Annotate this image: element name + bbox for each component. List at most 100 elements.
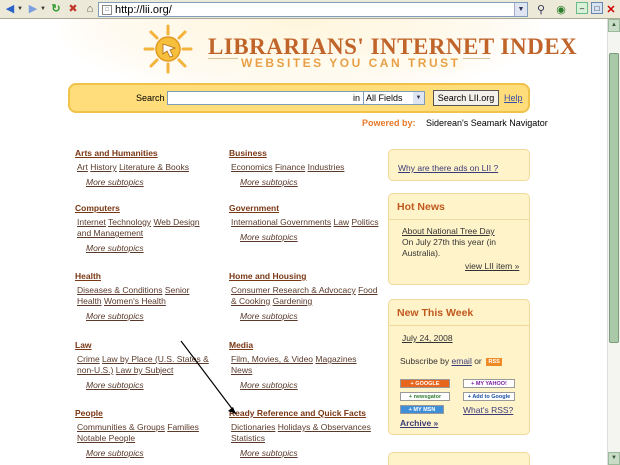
add-google-badge[interactable]: + GOOGLE <box>400 379 450 388</box>
subtopic-link[interactable]: Politics <box>352 217 379 227</box>
more-subtopics-link[interactable]: More subtopics <box>75 177 225 187</box>
category-title[interactable]: Home and Housing <box>229 271 379 281</box>
more-subtopics-link[interactable]: More subtopics <box>229 232 379 242</box>
close-icon[interactable]: ✕ <box>605 2 617 16</box>
subtopic-link[interactable]: Crime <box>77 354 100 364</box>
more-subtopics-link[interactable]: More subtopics <box>229 311 379 321</box>
category-title[interactable]: People <box>75 408 225 418</box>
category-title[interactable]: Media <box>229 340 379 350</box>
subtopic-link[interactable]: Economics <box>231 162 273 172</box>
address-bar[interactable]: □ http://lii.org/ ▼ <box>98 2 528 17</box>
search-button[interactable]: Search LII.org <box>433 90 499 106</box>
globe-icon[interactable]: ◉ <box>554 2 568 16</box>
stop-icon[interactable]: ✖ <box>66 2 80 16</box>
search-label: Search <box>136 93 165 103</box>
archive-link[interactable]: Archive » <box>400 418 438 428</box>
category-title[interactable]: Ready Reference and Quick Facts <box>229 408 379 418</box>
minimize-icon[interactable]: – <box>576 2 588 14</box>
subtopic-link[interactable]: Finance <box>275 162 305 172</box>
vertical-scrollbar[interactable]: ▲ ▼ <box>607 19 620 465</box>
browser-window: ◀ ▼ ▶ ▼ ↻ ✖ ⌂ □ http://lii.org/ ▼ ⚲ ◉ – … <box>0 0 620 465</box>
new-this-week-box: New This Week July 24, 2008 Subscribe by… <box>388 299 530 435</box>
subtopic-link[interactable]: Law <box>334 217 350 227</box>
browser-toolbar: ◀ ▼ ▶ ▼ ↻ ✖ ⌂ □ http://lii.org/ ▼ ⚲ ◉ – … <box>0 0 620 19</box>
scroll-thumb[interactable] <box>609 53 619 343</box>
more-subtopics-link[interactable]: More subtopics <box>229 448 379 458</box>
subtopic-link[interactable]: Gardening <box>273 296 313 306</box>
subtopic-link[interactable]: Law by Subject <box>116 365 174 375</box>
subtopic-link[interactable]: Communities & Groups <box>77 422 165 432</box>
more-subtopics-link[interactable]: More subtopics <box>75 380 225 390</box>
add-my-msn-badge[interactable]: + MY MSN <box>400 405 444 414</box>
powered-by-text[interactable]: Siderean's Seamark Navigator <box>426 118 548 128</box>
category-title[interactable]: Health <box>75 271 225 281</box>
subtopic-link[interactable]: Notable People <box>77 433 135 443</box>
view-item-link[interactable]: view LII item » <box>465 261 519 271</box>
subtopic-link[interactable]: Women's Health <box>104 296 166 306</box>
subtopic-link[interactable]: History <box>90 162 116 172</box>
back-dropdown-icon[interactable]: ▼ <box>17 2 23 16</box>
more-subtopics-link[interactable]: More subtopics <box>229 177 379 187</box>
subtopic-link[interactable]: Literature & Books <box>119 162 189 172</box>
address-url[interactable]: http://lii.org/ <box>115 4 172 16</box>
site-tagline: WEBSITES YOU CAN TRUST <box>238 56 464 70</box>
category-arts-and-humanities: Arts and Humanities Art History Literatu… <box>75 148 225 187</box>
subtopic-link[interactable]: Technology <box>108 217 151 227</box>
add-to-google-badge[interactable]: + Add to Google <box>463 392 515 401</box>
go-icon[interactable]: ▼ <box>514 3 527 16</box>
search-icon[interactable]: ⚲ <box>534 2 548 16</box>
subtopic-link[interactable]: Diseases & Conditions <box>77 285 163 295</box>
subtopic-link[interactable]: Dictionaries <box>231 422 275 432</box>
subtopic-link[interactable]: Industries <box>308 162 345 172</box>
subtopic-link[interactable]: Statistics <box>231 433 265 443</box>
ads-info-link[interactable]: Why are there ads on LII ? <box>398 163 498 173</box>
category-title[interactable]: Law <box>75 340 225 350</box>
search-scope-select[interactable]: All Fields ▼ <box>363 91 425 105</box>
more-subtopics-link[interactable]: More subtopics <box>75 448 225 458</box>
add-my-yahoo-badge[interactable]: + MY YAHOO! <box>463 379 515 388</box>
subtopic-link[interactable]: Holidays & Observances <box>278 422 371 432</box>
hot-news-box: Hot News About National Tree Day On July… <box>388 193 530 285</box>
scope-label: in <box>353 93 361 103</box>
more-subtopics-link[interactable]: More subtopics <box>75 311 225 321</box>
bottom-box <box>388 452 530 465</box>
search-bar: Search in All Fields ▼ Search LII.org He… <box>68 83 530 113</box>
more-subtopics-link[interactable]: More subtopics <box>75 243 225 253</box>
subtopic-link[interactable]: News <box>231 365 252 375</box>
rss-icon[interactable]: RSS <box>486 357 503 366</box>
subtopic-link[interactable]: Internet <box>77 217 106 227</box>
forward-dropdown-icon[interactable]: ▼ <box>40 2 46 16</box>
subtopic-link[interactable]: International Governments <box>231 217 331 227</box>
scroll-down-icon[interactable]: ▼ <box>608 452 620 465</box>
category-title[interactable]: Government <box>229 203 379 213</box>
help-link[interactable]: Help <box>504 93 523 103</box>
whats-rss-link[interactable]: What's RSS? <box>463 405 513 415</box>
category-business: Business Economics Finance Industries Mo… <box>229 148 379 187</box>
scroll-up-icon[interactable]: ▲ <box>608 19 620 32</box>
subtopic-link[interactable]: Families <box>167 422 199 432</box>
category-title[interactable]: Computers <box>75 203 225 213</box>
ads-info-box: Why are there ads on LII ? <box>388 149 530 181</box>
maximize-icon[interactable]: □ <box>591 2 603 14</box>
subtopic-link[interactable]: Magazines <box>315 354 356 364</box>
refresh-icon[interactable]: ↻ <box>49 2 63 16</box>
sun-logo-icon <box>143 24 193 74</box>
category-title[interactable]: Business <box>229 148 379 158</box>
subtopic-link[interactable]: Art <box>77 162 88 172</box>
search-scope-value: All Fields <box>366 93 403 103</box>
more-subtopics-link[interactable]: More subtopics <box>229 380 379 390</box>
week-date-link[interactable]: July 24, 2008 <box>402 333 453 343</box>
category-title[interactable]: Arts and Humanities <box>75 148 225 158</box>
email-link[interactable]: email <box>452 356 472 366</box>
favicon-icon: □ <box>102 4 112 15</box>
home-icon[interactable]: ⌂ <box>83 2 97 16</box>
forward-arrow-icon[interactable]: ▶ <box>26 2 40 16</box>
subtopic-link[interactable]: Film, Movies, & Video <box>231 354 313 364</box>
hot-news-link[interactable]: About National Tree Day <box>402 226 495 236</box>
category-government: Government International Governments Law… <box>229 203 379 242</box>
subtopic-link[interactable]: Consumer Research & Advocacy <box>231 285 356 295</box>
chevron-down-icon[interactable]: ▼ <box>413 92 424 104</box>
add-newsgator-badge[interactable]: + newsgator <box>400 392 450 401</box>
powered-by-label: Powered by: <box>362 118 416 128</box>
back-arrow-icon[interactable]: ◀ <box>3 2 17 16</box>
